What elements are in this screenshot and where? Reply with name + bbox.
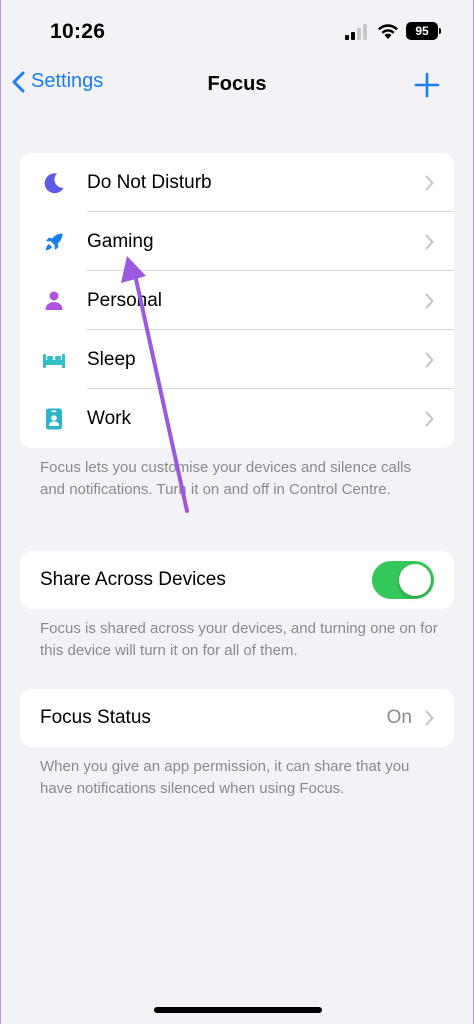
focus-mode-label: Do Not Disturb [87, 171, 212, 193]
battery-cap [439, 28, 441, 34]
focus-mode-label: Gaming [87, 230, 154, 252]
battery-indicator: 95 [406, 22, 438, 40]
focus-mode-label: Personal [87, 289, 162, 311]
cellular-signal-icon [345, 24, 367, 40]
share-across-devices-label: Share Across Devices [40, 569, 226, 590]
focus-mode-sleep[interactable]: Sleep [20, 330, 454, 389]
navigation-bar: Settings Focus [0, 60, 474, 110]
focus-status-value: On [386, 707, 412, 728]
focus-modes-list: Do Not Disturb Gaming Personal Sleep Wor… [20, 153, 454, 448]
focus-status-footnote: When you give an app permission, it can … [40, 758, 410, 797]
home-indicator[interactable] [154, 1007, 322, 1013]
focus-status-row[interactable]: Focus Status On [20, 689, 454, 747]
toggle-knob [399, 564, 431, 596]
status-time: 10:26 [50, 20, 106, 43]
focus-status-group: Focus Status On [20, 689, 454, 747]
share-across-devices-group: Share Across Devices [20, 551, 454, 609]
focus-mode-label: Work [87, 407, 131, 429]
add-icon[interactable] [414, 72, 440, 98]
share-footnote: Focus is shared across your devices, and… [40, 620, 438, 659]
moon-icon [44, 173, 64, 194]
wifi-icon [378, 24, 398, 39]
focus-mode-do-not-disturb[interactable]: Do Not Disturb [20, 153, 454, 212]
focus-mode-gaming[interactable]: Gaming [20, 212, 454, 271]
focus-mode-personal[interactable]: Personal [20, 271, 454, 330]
chevron-right-icon [425, 352, 434, 368]
focus-footnote: Focus lets you customise your devices an… [40, 459, 412, 498]
focus-mode-label: Sleep [87, 348, 136, 370]
page-title: Focus [207, 73, 267, 95]
share-across-devices-toggle[interactable] [372, 561, 434, 599]
share-across-devices-row: Share Across Devices [20, 551, 454, 609]
person-icon [45, 291, 63, 310]
bed-icon [43, 354, 65, 368]
chevron-right-icon [425, 234, 434, 250]
chevron-right-icon [425, 293, 434, 309]
chevron-right-icon [425, 411, 434, 427]
chevron-right-icon [425, 175, 434, 191]
status-bar: 10:26 95 [0, 0, 474, 60]
rocket-icon [45, 233, 63, 251]
chevron-right-icon [425, 710, 434, 726]
focus-mode-work[interactable]: Work [20, 389, 454, 448]
id-badge-icon [46, 408, 62, 430]
focus-status-label: Focus Status [40, 707, 151, 728]
